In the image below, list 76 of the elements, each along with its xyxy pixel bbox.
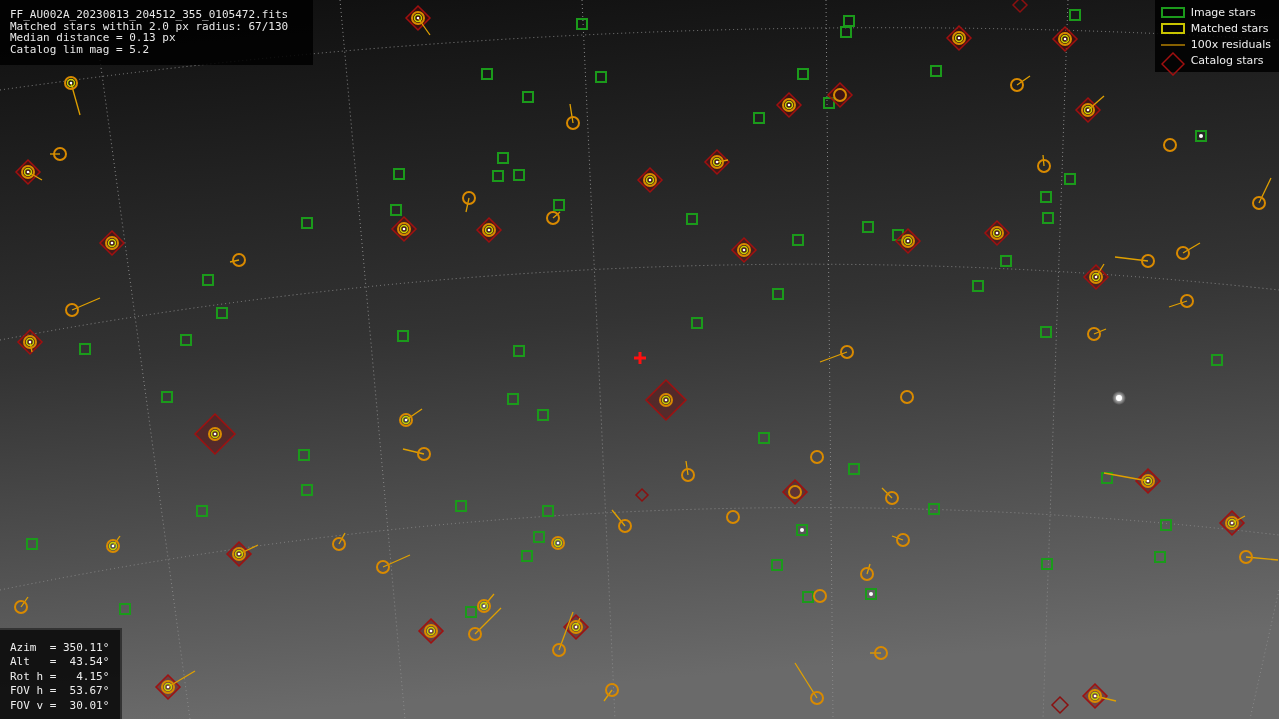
matched-star-marker (462, 191, 476, 213)
matched-star-marker (826, 81, 854, 109)
matched-star-marker (730, 236, 758, 264)
catalog-star-marker (634, 487, 650, 503)
matched-star-swatch-icon (1160, 23, 1185, 34)
matched-star-marker (1074, 95, 1105, 124)
pointing-text: FOV h = 53.67° (10, 684, 111, 699)
legend-label: 100x residuals (1190, 38, 1271, 51)
matched-star-marker (106, 535, 121, 553)
pointing-text: Rot h = 4.15° (10, 669, 111, 684)
info-text: Median distance = 0.13 px (10, 32, 176, 44)
cross-icon (632, 350, 648, 366)
pointing-text: Azim = 350.11° (10, 640, 111, 655)
matched-star-marker (881, 487, 899, 505)
image-star-swatch-icon (1160, 7, 1185, 18)
matched-star-marker (390, 215, 418, 243)
matched-star-marker (1081, 682, 1117, 710)
matched-star-marker (703, 148, 731, 176)
matched-star-marker (1239, 550, 1279, 564)
matched-star-marker (399, 408, 423, 427)
matched-star-marker (1051, 25, 1079, 53)
matched-star-marker (1082, 263, 1110, 291)
matched-star-marker (475, 216, 503, 244)
matched-star-marker (894, 227, 922, 255)
matched-star-marker (332, 532, 346, 551)
matched-star-marker (64, 76, 81, 116)
legend-label: Matched stars (1190, 22, 1269, 35)
matched-star-marker (1010, 75, 1031, 92)
matched-star-marker (869, 646, 888, 660)
matched-star-marker (417, 617, 445, 645)
info-text: Matched stars within 2.0 px radius: 67/130 (10, 20, 290, 32)
legend-label: Image stars (1190, 6, 1256, 19)
matched-star-marker (983, 219, 1011, 247)
matched-star-marker (376, 554, 411, 574)
pointing-text: Alt = 43.54° (10, 655, 111, 670)
residual-line-icon (1160, 43, 1185, 46)
matched-star-marker (945, 24, 973, 52)
matched-star-marker (1218, 509, 1246, 537)
info-text: FF_AU002A_20230813_204512_355_0105472.fits (10, 9, 290, 21)
matched-star-marker (681, 460, 695, 482)
matched-star-marker (781, 478, 809, 506)
matched-star-marker (193, 412, 237, 456)
matched-star-marker (794, 662, 824, 705)
matched-star-marker (14, 596, 29, 614)
catalog-star-marker (1011, 0, 1029, 14)
matched-star-marker (1087, 327, 1107, 341)
legend-label: Catalog stars (1190, 54, 1264, 67)
matched-star-marker (49, 147, 67, 161)
matched-star-marker (611, 509, 632, 533)
matched-star-marker (1114, 254, 1155, 268)
matched-star-marker (603, 683, 619, 702)
matched-star-marker (1037, 154, 1051, 173)
matched-star-marker (402, 447, 431, 461)
matched-star-marker (98, 229, 126, 257)
matched-star-marker (404, 4, 432, 36)
matched-star-marker (225, 540, 259, 568)
matched-star-marker (819, 345, 854, 363)
matched-star-marker (860, 563, 874, 581)
matched-star-marker (551, 536, 565, 550)
matched-star-marker (1103, 467, 1162, 495)
matched-star-marker (636, 166, 664, 194)
matched-star-marker (154, 670, 196, 701)
matched-star-marker (1176, 242, 1201, 260)
diamond-icon (1160, 51, 1185, 76)
matched-star-marker (775, 91, 803, 119)
matched-star-marker (16, 328, 44, 356)
matched-star-marker (1168, 294, 1194, 308)
info-text: Catalog lim mag = 5.2 (10, 43, 151, 55)
matched-star-marker (566, 103, 580, 130)
matched-star-marker (65, 297, 101, 317)
pointing-text: FOV v = 30.01° (10, 698, 111, 713)
matched-star-marker (14, 158, 43, 186)
matched-star-marker (891, 533, 910, 547)
matched-star-marker (1252, 177, 1272, 210)
catalog-star-marker (1050, 695, 1070, 715)
matched-star-marker (644, 378, 688, 422)
